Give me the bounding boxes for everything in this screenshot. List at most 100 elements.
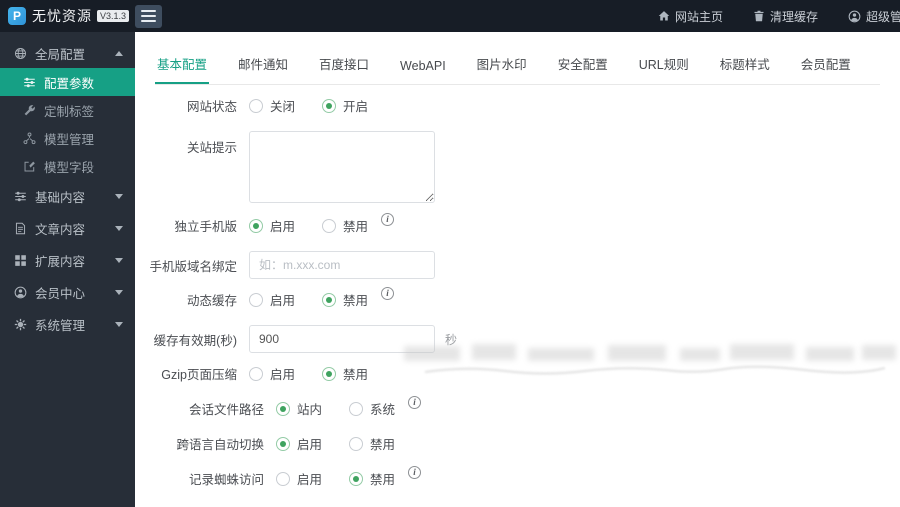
sidebar: 全局配置配置参数定制标签模型管理模型字段基础内容文章内容扩展内容会员中心 系统管理: [0, 32, 135, 507]
info-icon[interactable]: i: [408, 466, 422, 479]
form-row-language-switch: 跨语言自动切换 启用 禁用: [164, 434, 900, 453]
radio-circle-icon: [276, 436, 290, 451]
sliders-icon: [13, 190, 27, 203]
radio-label: 关闭: [270, 100, 296, 114]
sidebar-item-config-params[interactable]: 配置参数: [0, 68, 135, 96]
field-label: Gzip页面压缩: [161, 368, 237, 382]
form-row-spider-log: 记录蜘蛛访问 启用 禁用 i: [164, 466, 900, 488]
chevron-down-icon: [115, 193, 123, 199]
sidebar-item-member-center[interactable]: 会员中心: [0, 276, 135, 308]
field-control: 启用 禁用 i: [249, 213, 395, 235]
field-control: 关闭 开启: [249, 96, 368, 115]
brand-icon: P: [8, 7, 26, 25]
sidebar-item-model-fields[interactable]: 模型字段: [0, 152, 135, 180]
radio-dynamic-cache-enable[interactable]: 启用: [249, 290, 295, 309]
radio-gzip-compress-enable[interactable]: 启用: [249, 364, 295, 383]
brand-name: 无忧资源: [32, 8, 92, 24]
sidebar-item-base-content[interactable]: 基础内容: [0, 180, 135, 212]
sidebar-item-global-config[interactable]: 全局配置: [0, 38, 135, 68]
sidebar-item-article-content[interactable]: 文章内容: [0, 212, 135, 244]
sidebar-item-model-manage[interactable]: 模型管理: [0, 124, 135, 152]
field-control: 启用 禁用: [276, 434, 395, 453]
field-label: 会话文件路径: [188, 403, 264, 417]
tab-security-config[interactable]: 安全配置: [556, 48, 610, 84]
nodes-icon: [22, 131, 36, 145]
topbar-action-label: 超级管理员: [865, 9, 900, 24]
form-row-dynamic-cache: 动态缓存 启用 禁用 i: [137, 287, 900, 309]
chevron-down-icon: [115, 321, 123, 327]
sidebar-item-label: 扩展内容: [35, 254, 86, 269]
sidebar-item-label: 基础内容: [35, 190, 86, 205]
tab-url-rules[interactable]: URL规则: [637, 48, 691, 84]
field-label: 独立手机版: [174, 220, 237, 234]
info-icon[interactable]: i: [381, 213, 395, 226]
radio-spider-log-disable[interactable]: 禁用: [349, 469, 395, 488]
radio-mobile-version-enable[interactable]: 启用: [249, 216, 295, 235]
sidebar-item-label: 定制标签: [44, 104, 95, 119]
topbar-action-label: 网站主页: [674, 9, 723, 24]
radio-circle-icon: [349, 401, 364, 416]
cache-expire-input[interactable]: [249, 325, 435, 353]
form-row-mobile-domain: 手机版域名绑定: [137, 251, 900, 279]
user-icon: [13, 286, 27, 299]
topbar-action-admin-user[interactable]: 超级管理员: [848, 8, 900, 25]
radio-circle-icon: [249, 366, 263, 381]
form-row-session-path: 会话文件路径 站内 系统 i: [164, 396, 900, 418]
radio-session-path-site[interactable]: 站内: [276, 399, 322, 418]
tab-mail-notify[interactable]: 邮件通知: [236, 48, 290, 84]
mobile-domain-input[interactable]: [249, 251, 435, 279]
tab-baidu-api[interactable]: 百度接口: [317, 48, 371, 84]
sidebar-menu: 全局配置配置参数定制标签模型管理模型字段基础内容文章内容扩展内容会员中心 系统管理: [0, 38, 135, 340]
chevron-up-icon: [115, 50, 123, 56]
close-tip-textarea[interactable]: [249, 131, 435, 203]
radio-spider-log-enable[interactable]: 启用: [276, 469, 322, 488]
chevron-down-icon: [115, 289, 123, 295]
radio-dynamic-cache-disable[interactable]: 禁用: [322, 290, 368, 309]
form-row-mobile-version: 独立手机版 启用 禁用 i: [137, 213, 900, 235]
radio-label: 启用: [270, 368, 296, 382]
field-label: 手机版域名绑定: [149, 259, 237, 274]
radio-label: 禁用: [343, 368, 369, 382]
radio-gzip-compress-disable[interactable]: 禁用: [322, 364, 368, 383]
gear-icon: [13, 318, 27, 331]
globe-icon: [13, 47, 27, 60]
radio-circle-icon: [276, 401, 290, 416]
radio-language-switch-disable[interactable]: 禁用: [349, 434, 395, 453]
field-label: 缓存有效期(秒): [153, 333, 237, 348]
topbar: P 无忧资源 V3.1.3 网站主页 清理缓存 超级管理员: [0, 0, 900, 32]
tab-member-config[interactable]: 会员配置: [799, 48, 853, 84]
tab-basic-config[interactable]: 基本配置: [155, 48, 210, 84]
chevron-down-icon: [115, 225, 123, 231]
radio-label: 禁用: [343, 220, 369, 234]
radio-circle-icon: [322, 366, 337, 381]
topbar-action-site-home[interactable]: 网站主页: [658, 8, 723, 25]
trash-icon: [753, 10, 765, 22]
sidebar-item-label: 模型管理: [44, 132, 95, 147]
sidebar-item-system-manage[interactable]: 系统管理: [0, 308, 135, 340]
sidebar-item-label: 全局配置: [35, 47, 86, 62]
info-icon[interactable]: i: [381, 287, 395, 300]
radio-language-switch-enable[interactable]: 启用: [276, 434, 322, 453]
sidebar-item-extend-content[interactable]: 扩展内容: [0, 244, 135, 276]
field-control: 启用 禁用 i: [276, 466, 422, 488]
form-row-close-tip: 关站提示: [137, 131, 900, 203]
field-control: 站内 系统 i: [276, 396, 422, 418]
radio-mobile-version-disable[interactable]: 禁用: [322, 216, 368, 235]
topbar-action-clear-cache[interactable]: 清理缓存: [753, 8, 818, 25]
field-control: [249, 251, 435, 279]
menu-toggle-button[interactable]: [135, 4, 162, 28]
radio-circle-icon: [322, 218, 337, 233]
radio-site-status-off[interactable]: 关闭: [249, 96, 295, 115]
info-icon[interactable]: i: [408, 396, 422, 409]
radio-label: 开启: [343, 100, 369, 114]
tab-title-style[interactable]: 标题样式: [718, 48, 772, 84]
radio-site-status-on[interactable]: 开启: [322, 96, 368, 115]
sidebar-item-custom-tags[interactable]: 定制标签: [0, 96, 135, 124]
grid-icon: [13, 254, 27, 267]
field-control: [249, 131, 435, 203]
radio-label: 启用: [297, 438, 323, 452]
tab-image-watermark[interactable]: 图片水印: [475, 48, 529, 84]
radio-session-path-system[interactable]: 系统: [349, 399, 395, 418]
brand-logo[interactable]: P 无忧资源 V3.1.3: [0, 0, 130, 32]
tab-webapi[interactable]: WebAPI: [398, 53, 448, 84]
